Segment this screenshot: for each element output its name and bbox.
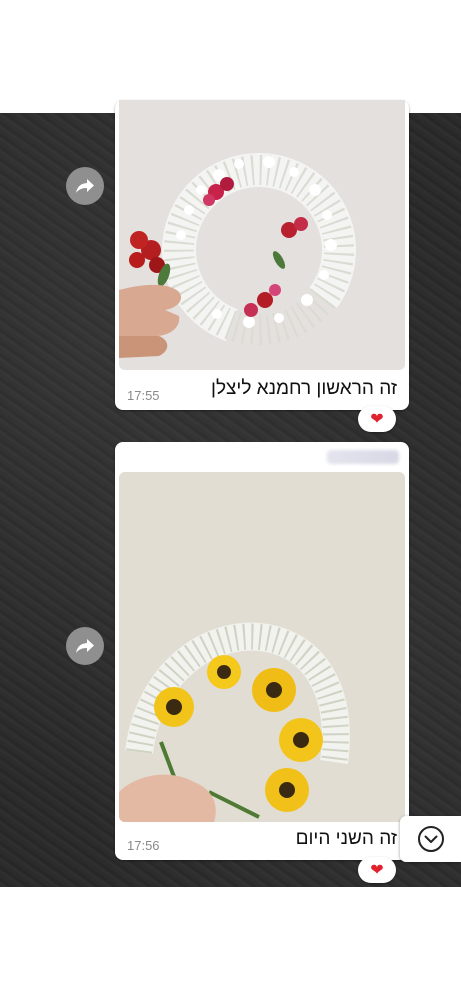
message-bubble[interactable]: זה הראשון רחמנא ליצלן 17:55 [115,100,409,410]
reaction-badge[interactable]: ❤ [358,406,396,432]
message-photo[interactable] [119,472,405,822]
forward-icon [76,639,94,653]
flower-crown-red-image [119,100,405,370]
message-timestamp: 17:55 [127,388,160,403]
reaction-badge[interactable]: ❤ [358,857,396,883]
forward-icon [76,179,94,193]
message-caption: זה הראשון רחמנא ליצלן [211,378,397,399]
scroll-down-button[interactable] [400,816,461,862]
forward-button[interactable] [66,167,104,205]
heart-icon: ❤ [370,411,384,428]
chevron-down-icon [417,826,444,852]
forward-button[interactable] [66,627,104,665]
message-caption: זה השני היום [295,828,397,849]
message-bubble[interactable]: זה השני היום 17:56 [115,442,409,860]
message-photo[interactable] [119,100,405,370]
heart-icon: ❤ [370,862,384,879]
flower-crown-sunflower-image [119,472,405,822]
message-timestamp: 17:56 [127,838,160,853]
sender-name-blurred [327,450,399,464]
